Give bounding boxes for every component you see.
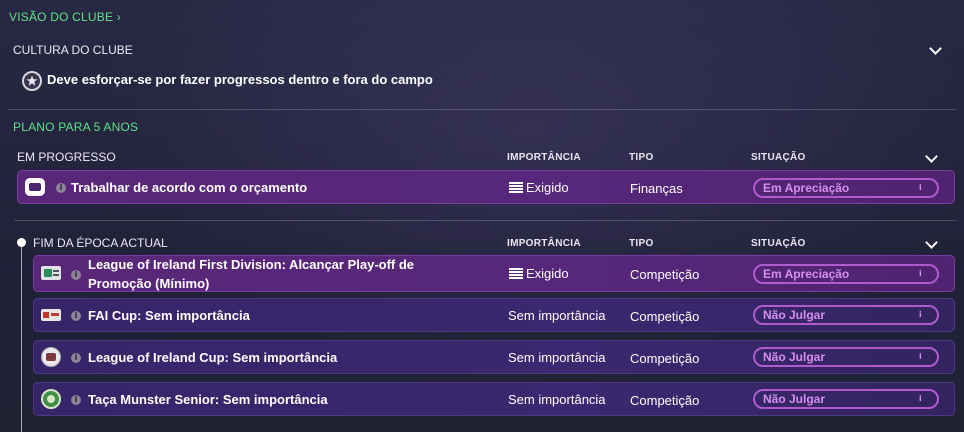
- table-row[interactable]: i Taça Munster Senior: Sem importância S…: [33, 382, 955, 416]
- importance-value: Sem importância: [508, 392, 606, 407]
- divider: [14, 220, 956, 221]
- culture-title: CULTURA DO CLUBE: [13, 43, 133, 57]
- table-row[interactable]: i League of Ireland Cup: Sem importância…: [33, 340, 955, 374]
- info-icon: i: [919, 183, 922, 192]
- table-row[interactable]: i FAI Cup: Sem importância Sem importânc…: [33, 298, 955, 332]
- info-icon[interactable]: i: [56, 183, 66, 193]
- column-status[interactable]: SITUAÇÃO: [751, 238, 806, 249]
- row-title: League of Ireland Cup: Sem importância: [88, 350, 338, 365]
- type-value: Competição: [630, 309, 700, 324]
- importance-value: Sem importância: [508, 350, 606, 365]
- info-icon[interactable]: i: [71, 395, 81, 405]
- info-icon[interactable]: i: [71, 311, 81, 321]
- column-importance[interactable]: IMPORTÂNCIA: [507, 152, 581, 163]
- type-value: Finanças: [630, 181, 683, 196]
- in-progress-title: EM PROGRESSO: [17, 150, 116, 164]
- table-row[interactable]: i Trabalhar de acordo com o orçamento Ex…: [17, 170, 955, 204]
- star-icon: [22, 71, 42, 91]
- plan-title: PLANO PARA 5 ANOS: [13, 120, 139, 134]
- row-title: Trabalhar de acordo com o orçamento: [71, 180, 308, 195]
- status-badge[interactable]: Em Apreciação i: [753, 264, 939, 284]
- info-icon: i: [919, 310, 922, 319]
- info-icon: i: [919, 352, 922, 361]
- importance-value: Sem importância: [508, 308, 606, 323]
- info-icon[interactable]: i: [71, 270, 81, 280]
- column-type[interactable]: TIPO: [629, 152, 654, 163]
- league-logo-icon: [41, 266, 61, 280]
- chevron-right-icon: ›: [116, 10, 121, 24]
- importance-value: Exigido: [526, 266, 569, 281]
- row-title-line2: Promoção (Mínimo): [88, 276, 210, 291]
- status-label: Em Apreciação: [763, 267, 850, 281]
- table-row[interactable]: i League of Ireland First Division: Alca…: [33, 255, 955, 292]
- required-icon: [509, 182, 523, 195]
- status-badge[interactable]: Não Julgar i: [753, 305, 939, 325]
- timeline-line: [21, 243, 22, 432]
- divider: [8, 109, 956, 110]
- munster-cup-logo-icon: [41, 389, 61, 409]
- status-label: Não Julgar: [763, 308, 826, 322]
- breadcrumb[interactable]: VISÃO DO CLUBE ›: [9, 10, 121, 24]
- status-badge[interactable]: Não Julgar i: [753, 347, 939, 367]
- type-value: Competição: [630, 351, 700, 366]
- fai-cup-logo-icon: [41, 309, 61, 321]
- status-label: Não Julgar: [763, 392, 826, 406]
- type-value: Competição: [630, 267, 700, 282]
- info-icon[interactable]: i: [71, 353, 81, 363]
- league-cup-logo-icon: [41, 347, 61, 367]
- row-title: FAI Cup: Sem importância: [88, 308, 250, 323]
- status-label: Não Julgar: [763, 350, 826, 364]
- column-status[interactable]: SITUAÇÃO: [751, 152, 806, 163]
- type-value: Competição: [630, 393, 700, 408]
- required-icon: [509, 268, 523, 281]
- info-icon: i: [919, 269, 922, 278]
- row-title: Taça Munster Senior: Sem importância: [88, 392, 328, 407]
- importance-value: Exigido: [526, 180, 569, 195]
- info-icon: i: [919, 394, 922, 403]
- column-type[interactable]: TIPO: [629, 238, 654, 249]
- culture-item: Deve esforçar-se por fazer progressos de…: [47, 72, 433, 87]
- status-badge[interactable]: Em Apreciação i: [753, 178, 939, 198]
- column-importance[interactable]: IMPORTÂNCIA: [507, 238, 581, 249]
- row-title-line1: League of Ireland First Division: Alcanç…: [88, 257, 415, 272]
- status-badge[interactable]: Não Julgar i: [753, 389, 939, 409]
- money-icon: [25, 178, 45, 196]
- status-label: Em Apreciação: [763, 181, 850, 195]
- season-end-title: FIM DA ÉPOCA ACTUAL: [33, 236, 168, 250]
- breadcrumb-label: VISÃO DO CLUBE: [9, 10, 114, 24]
